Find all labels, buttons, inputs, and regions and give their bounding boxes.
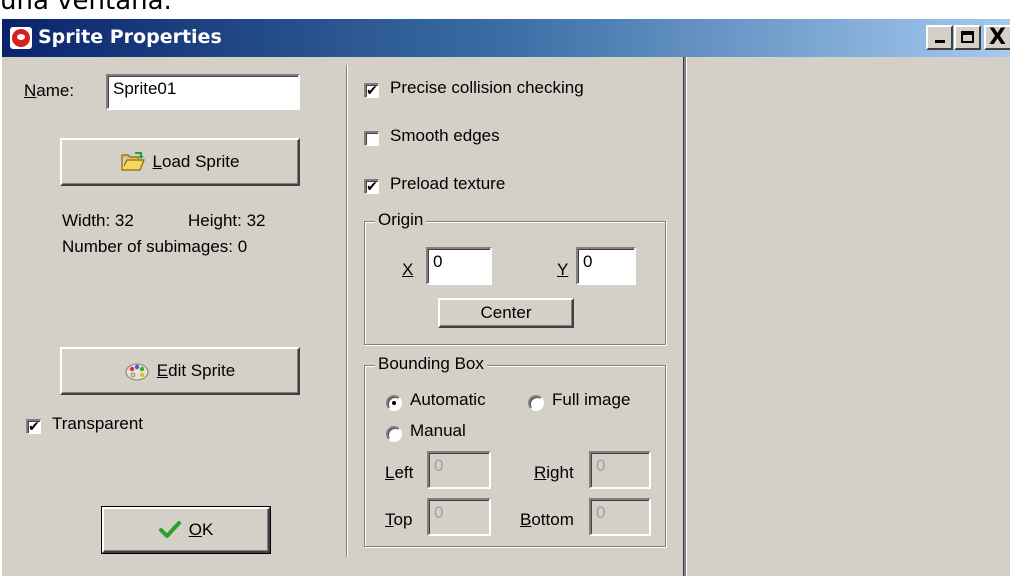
ok-button[interactable]: OK bbox=[101, 506, 271, 554]
origin-legend: Origin bbox=[375, 210, 427, 230]
app-icon bbox=[10, 27, 32, 49]
minimize-icon bbox=[935, 40, 945, 43]
bbox-right-input[interactable]: 0 bbox=[589, 451, 651, 489]
bbox-right-label: Right bbox=[534, 463, 574, 482]
precise-collision-checkbox[interactable]: ✔ bbox=[364, 83, 379, 98]
load-sprite-label: Load Sprite bbox=[152, 152, 240, 171]
minimize-button[interactable] bbox=[926, 25, 953, 50]
height-text: Height: 32 bbox=[188, 211, 266, 230]
close-icon: X bbox=[989, 25, 1006, 50]
manual-radio[interactable] bbox=[386, 426, 402, 442]
transparent-label: Transparent bbox=[52, 414, 144, 433]
origin-x-input[interactable]: 0 bbox=[426, 247, 492, 285]
automatic-label: Automatic bbox=[410, 390, 486, 409]
bbox-left-label: Left bbox=[385, 463, 414, 482]
center-button[interactable]: Center bbox=[438, 298, 574, 328]
preview-panel-border bbox=[684, 57, 686, 576]
name-input[interactable]: Sprite01 bbox=[106, 74, 300, 110]
origin-y-label: Y bbox=[557, 260, 569, 279]
edit-sprite-label: Edit Sprite bbox=[156, 361, 236, 380]
automatic-radio[interactable] bbox=[386, 395, 402, 411]
full-image-label: Full image bbox=[552, 390, 631, 409]
title-bar[interactable]: Sprite Properties X bbox=[2, 19, 1010, 57]
ok-label: OK bbox=[188, 520, 214, 539]
page-caption: una ventana. bbox=[0, 0, 172, 16]
bbox-top-label: Top bbox=[385, 510, 413, 529]
smooth-edges-label: Smooth edges bbox=[390, 126, 500, 145]
maximize-button[interactable] bbox=[954, 25, 981, 50]
bbox-top-input[interactable]: 0 bbox=[427, 498, 491, 536]
origin-y-input[interactable]: 0 bbox=[576, 247, 636, 285]
preload-texture-label: Preload texture bbox=[390, 174, 506, 193]
bounding-box-legend: Bounding Box bbox=[375, 354, 487, 374]
ok-check-icon bbox=[158, 521, 181, 538]
preload-texture-checkbox[interactable]: ✔ bbox=[364, 179, 379, 194]
bbox-bottom-label: Bottom bbox=[520, 510, 574, 529]
close-button[interactable]: X bbox=[984, 25, 1010, 50]
subimages-text: Number of subimages: 0 bbox=[62, 237, 248, 256]
edit-sprite-button[interactable]: Edit Sprite bbox=[60, 347, 300, 395]
palette-icon bbox=[125, 363, 149, 381]
sprite-properties-window: Sprite Properties X Name: Sprite01 Load … bbox=[0, 19, 1010, 576]
full-image-radio[interactable] bbox=[528, 395, 544, 411]
precise-collision-label: Precise collision checking bbox=[390, 78, 584, 97]
width-text: Width: 32 bbox=[62, 211, 134, 230]
smooth-edges-checkbox[interactable] bbox=[364, 131, 379, 146]
radio-selected-dot bbox=[392, 401, 396, 405]
origin-x-label: X bbox=[402, 260, 414, 279]
load-sprite-button[interactable]: Load Sprite bbox=[60, 138, 300, 186]
bbox-bottom-input[interactable]: 0 bbox=[589, 498, 651, 536]
column-separator-highlight bbox=[347, 65, 348, 557]
open-folder-icon bbox=[120, 152, 145, 171]
transparent-checkbox[interactable]: ✔ bbox=[26, 419, 41, 434]
window-title: Sprite Properties bbox=[38, 26, 222, 48]
maximize-icon bbox=[961, 31, 974, 43]
manual-label: Manual bbox=[410, 421, 466, 440]
sprite-preview-panel bbox=[688, 57, 1010, 576]
bbox-left-input[interactable]: 0 bbox=[427, 451, 491, 489]
name-label: Name: bbox=[24, 81, 75, 100]
